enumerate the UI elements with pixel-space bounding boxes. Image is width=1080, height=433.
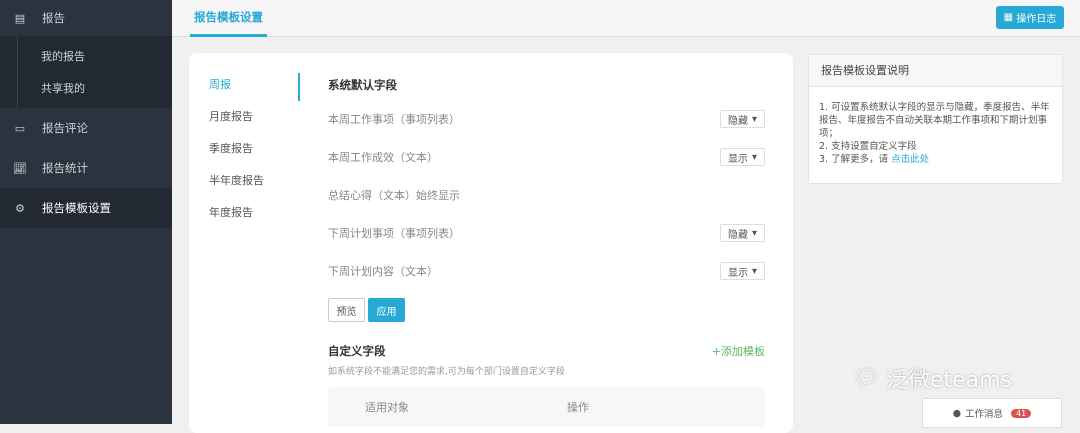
gear-icon: ⚙ [15, 201, 25, 215]
sidebar-item-my-reports[interactable]: 我的报告 [0, 40, 172, 72]
system-fields-section: 系统默认字段 本周工作事项（事项列表） 隐藏 ▾ 本周工作成效（文本） 显示 ▾ 总结心… [328, 77, 765, 327]
table-header: 适用对象 操作 [328, 387, 765, 427]
help-title: 报告模板设置说明 [809, 55, 1062, 87]
tab-weekly[interactable]: 周报 [189, 73, 300, 105]
field-row: 下周计划事项（事项列表） 隐藏 ▾ [328, 223, 765, 243]
tab-template-settings[interactable]: 报告模板设置 [190, 0, 267, 37]
caret-down-icon: ▾ [751, 265, 758, 277]
sidebar-item-report[interactable]: ▤ 报告 [0, 0, 172, 36]
learn-more-link[interactable]: 点击此处 [891, 154, 929, 165]
caret-down-icon: ▾ [751, 113, 758, 125]
sidebar-item-stats[interactable]: 📈︎ 报告统计 [0, 148, 172, 188]
system-fields-title: 系统默认字段 [328, 78, 397, 92]
field-row: 本周工作成效（文本） 显示 ▾ [328, 147, 765, 167]
tab-half-year[interactable]: 半年度报告 [189, 169, 299, 201]
custom-fields-title: 自定义字段 [328, 344, 386, 358]
help-panel: 报告模板设置说明 1. 可设置系统默认字段的显示与隐藏，季度报告、半年报告、年度… [808, 54, 1063, 184]
sidebar-item-shared[interactable]: 共享我的 [0, 72, 172, 104]
sidebar-item-template-settings[interactable]: ⚙ 报告模板设置 [0, 188, 172, 228]
custom-fields-section: 自定义字段 +添加模板 如系统字段不能满足您的需求,可为每个部门设置自定义字段 适… [328, 343, 765, 433]
preview-button[interactable]: 预览 [328, 298, 365, 322]
chat-icon: ● [952, 407, 962, 419]
visibility-select[interactable]: 隐藏 ▾ [720, 110, 765, 128]
field-row: 下周计划内容（文本） 显示 ▾ [328, 261, 765, 281]
field-row: 总结心得（文本）始终显示 [328, 189, 460, 202]
message-count-badge: 41 [1011, 408, 1032, 418]
report-type-tabs: 周报 月度报告 季度报告 半年度报告 年度报告 [189, 73, 300, 233]
operation-log-button[interactable]: ▦ 操作日志 [996, 6, 1064, 29]
wechat-icon: 💬︎ [852, 365, 880, 391]
chart-icon: 📈︎ [13, 161, 27, 175]
sidebar-item-comments[interactable]: ▭ 报告评论 [0, 108, 172, 148]
watermark: 💬︎ 泛微eteams [852, 365, 1013, 394]
settings-card: 周报 月度报告 季度报告 半年度报告 年度报告 系统默认字段 本周工作事项（事项… [189, 53, 793, 433]
comment-icon: ▭ [14, 121, 26, 135]
tab-monthly[interactable]: 月度报告 [189, 105, 299, 137]
tab-yearly[interactable]: 年度报告 [189, 201, 299, 233]
top-bar: 报告模板设置 ▦ 操作日志 [172, 0, 1080, 37]
visibility-select[interactable]: 显示 ▾ [720, 262, 765, 280]
visibility-select[interactable]: 隐藏 ▾ [720, 224, 765, 242]
report-submenu: 我的报告 共享我的 [0, 36, 172, 108]
caret-down-icon: ▾ [751, 227, 758, 239]
visibility-select[interactable]: 显示 ▾ [720, 148, 765, 166]
sidebar: ▤ 报告 我的报告 共享我的 ▭ 报告评论 📈︎ 报告统计 ⚙ 报告模板设置 [0, 0, 172, 424]
caret-down-icon: ▾ [751, 151, 758, 163]
tab-quarterly[interactable]: 季度报告 [189, 137, 299, 169]
apply-button[interactable]: 应用 [368, 298, 405, 322]
field-row: 本周工作事项（事项列表） 隐藏 ▾ [328, 109, 765, 129]
list-icon: ▦ [1003, 12, 1017, 23]
add-template-link[interactable]: +添加模板 [712, 343, 765, 359]
custom-fields-desc: 如系统字段不能满足您的需求,可为每个部门设置自定义字段 [328, 367, 565, 377]
report-icon: ▤ [14, 11, 26, 25]
